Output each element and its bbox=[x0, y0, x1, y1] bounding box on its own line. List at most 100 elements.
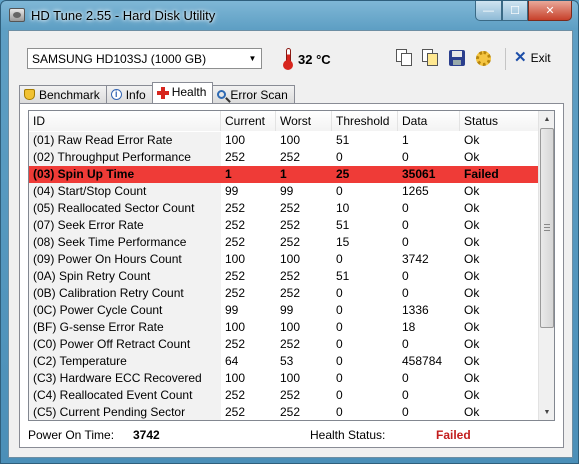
column-header-worst[interactable]: Worst bbox=[276, 111, 332, 131]
column-header-id[interactable]: ID bbox=[29, 111, 221, 131]
table-row[interactable]: (C0) Power Off Retract Count 252 252 0 0 Ok bbox=[29, 336, 540, 353]
current-value: 252 bbox=[225, 286, 246, 300]
attribute-id: (09) Power On Hours Count bbox=[29, 251, 221, 268]
column-header-data[interactable]: Data bbox=[398, 111, 460, 131]
attribute-id: (BF) G-sense Error Rate bbox=[29, 319, 221, 336]
list-header: ID Current Worst Threshold Data Status bbox=[29, 111, 540, 131]
current-value: 100 bbox=[225, 371, 246, 385]
threshold-value: 0 bbox=[336, 354, 343, 368]
table-row[interactable]: (04) Start/Stop Count 99 99 0 1265 Ok bbox=[29, 183, 540, 200]
tab-label: Benchmark bbox=[39, 87, 100, 102]
health-status-label: Health Status: bbox=[310, 428, 386, 442]
threshold-value: 10 bbox=[336, 201, 350, 215]
exit-button[interactable]: ✕ Exit bbox=[514, 50, 551, 65]
table-row[interactable]: (BF) G-sense Error Rate 100 100 0 18 Ok bbox=[29, 319, 540, 336]
table-row[interactable]: (0B) Calibration Retry Count 252 252 0 0 Ok bbox=[29, 285, 540, 302]
attribute-status: Ok bbox=[464, 388, 480, 402]
tab-health[interactable]: Health bbox=[151, 82, 214, 103]
maximize-button[interactable]: ☐ bbox=[502, 1, 528, 21]
attribute-status: Ok bbox=[464, 286, 480, 300]
attribute-id: (04) Start/Stop Count bbox=[29, 183, 221, 200]
options-icon[interactable] bbox=[475, 49, 493, 67]
attribute-status: Ok bbox=[464, 303, 480, 317]
current-value: 100 bbox=[225, 252, 246, 266]
attribute-id: (C4) Reallocated Event Count bbox=[29, 387, 221, 404]
column-header-status[interactable]: Status bbox=[460, 111, 540, 131]
tab-info[interactable]: i Info bbox=[105, 85, 153, 103]
app-window: HD Tune 2.55 - Hard Disk Utility — ☐ ✕ S… bbox=[0, 0, 579, 464]
threshold-value: 0 bbox=[336, 184, 343, 198]
column-header-threshold[interactable]: Threshold bbox=[332, 111, 398, 131]
current-value: 252 bbox=[225, 235, 246, 249]
vertical-scrollbar[interactable]: ▲ ▼ bbox=[538, 111, 554, 420]
current-value: 252 bbox=[225, 201, 246, 215]
attribute-id: (0A) Spin Retry Count bbox=[29, 268, 221, 285]
worst-value: 53 bbox=[280, 354, 294, 368]
close-button[interactable]: ✕ bbox=[528, 1, 572, 21]
power-on-time-label: Power On Time: bbox=[28, 428, 115, 442]
table-row[interactable]: (C5) Current Pending Sector 252 252 0 0 Ok bbox=[29, 404, 540, 420]
status-footer: Power On Time: 3742 Health Status: Faile… bbox=[28, 426, 555, 446]
attribute-id: (0C) Power Cycle Count bbox=[29, 302, 221, 319]
save-icon[interactable] bbox=[448, 49, 466, 67]
attribute-status: Ok bbox=[464, 235, 480, 249]
raw-data: 1 bbox=[402, 133, 409, 147]
worst-value: 252 bbox=[280, 388, 301, 402]
table-row[interactable]: (05) Reallocated Sector Count 252 252 10 0 Ok bbox=[29, 200, 540, 217]
attribute-status: Ok bbox=[464, 269, 480, 283]
threshold-value: 0 bbox=[336, 150, 343, 164]
table-row[interactable]: (08) Seek Time Performance 252 252 15 0 Ok bbox=[29, 234, 540, 251]
worst-value: 252 bbox=[280, 150, 301, 164]
tab-benchmark[interactable]: Benchmark bbox=[19, 85, 107, 103]
attribute-status: Ok bbox=[464, 218, 480, 232]
health-status-value: Failed bbox=[436, 428, 471, 442]
table-row[interactable]: (03) Spin Up Time 1 1 25 35061 Failed bbox=[29, 166, 540, 183]
raw-data: 18 bbox=[402, 320, 416, 334]
worst-value: 252 bbox=[280, 405, 301, 419]
table-row[interactable]: (0C) Power Cycle Count 99 99 0 1336 Ok bbox=[29, 302, 540, 319]
attribute-id: (08) Seek Time Performance bbox=[29, 234, 221, 251]
attribute-id: (C3) Hardware ECC Recovered bbox=[29, 370, 221, 387]
worst-value: 1 bbox=[280, 167, 287, 181]
drive-select[interactable]: SAMSUNG HD103SJ (1000 GB) ▼ bbox=[27, 48, 262, 69]
current-value: 252 bbox=[225, 405, 246, 419]
copy-all-icon[interactable] bbox=[422, 49, 440, 67]
worst-value: 100 bbox=[280, 371, 301, 385]
threshold-value: 25 bbox=[336, 167, 350, 181]
attribute-id: (07) Seek Error Rate bbox=[29, 217, 221, 234]
worst-value: 100 bbox=[280, 320, 301, 334]
table-row[interactable]: (0A) Spin Retry Count 252 252 51 0 Ok bbox=[29, 268, 540, 285]
copy-icon[interactable] bbox=[396, 49, 414, 67]
threshold-value: 51 bbox=[336, 269, 350, 283]
tab-error-scan[interactable]: Error Scan bbox=[212, 85, 295, 103]
table-row[interactable]: (01) Raw Read Error Rate 100 100 51 1 Ok bbox=[29, 132, 540, 149]
current-value: 64 bbox=[225, 354, 239, 368]
current-value: 252 bbox=[225, 337, 246, 351]
current-value: 100 bbox=[225, 133, 246, 147]
raw-data: 35061 bbox=[402, 167, 436, 181]
scroll-down-icon[interactable]: ▼ bbox=[539, 404, 554, 420]
table-row[interactable]: (09) Power On Hours Count 100 100 0 3742 Ok bbox=[29, 251, 540, 268]
scrollbar-thumb[interactable] bbox=[540, 128, 554, 328]
title-bar[interactable]: HD Tune 2.55 - Hard Disk Utility — ☐ ✕ bbox=[1, 1, 578, 29]
attribute-id: (05) Reallocated Sector Count bbox=[29, 200, 221, 217]
table-row[interactable]: (C3) Hardware ECC Recovered 100 100 0 0 Ok bbox=[29, 370, 540, 387]
temperature-readout: 32 °C bbox=[298, 52, 331, 67]
raw-data: 0 bbox=[402, 405, 409, 419]
chevron-down-icon[interactable]: ▼ bbox=[244, 49, 261, 68]
table-row[interactable]: (C2) Temperature 64 53 0 458784 Ok bbox=[29, 353, 540, 370]
table-row[interactable]: (C4) Reallocated Event Count 252 252 0 0 Ok bbox=[29, 387, 540, 404]
raw-data: 3742 bbox=[402, 252, 429, 266]
current-value: 252 bbox=[225, 150, 246, 164]
current-value: 1 bbox=[225, 167, 232, 181]
column-header-current[interactable]: Current bbox=[221, 111, 276, 131]
attribute-id: (0B) Calibration Retry Count bbox=[29, 285, 221, 302]
threshold-value: 0 bbox=[336, 303, 343, 317]
health-panel: ID Current Worst Threshold Data Status (… bbox=[19, 103, 564, 448]
smart-attributes-list[interactable]: ID Current Worst Threshold Data Status (… bbox=[28, 110, 555, 421]
table-row[interactable]: (07) Seek Error Rate 252 252 51 0 Ok bbox=[29, 217, 540, 234]
table-row[interactable]: (02) Throughput Performance 252 252 0 0 Ok bbox=[29, 149, 540, 166]
minimize-button[interactable]: — bbox=[475, 1, 502, 21]
attribute-status: Failed bbox=[464, 167, 499, 181]
scroll-up-icon[interactable]: ▲ bbox=[539, 111, 554, 127]
